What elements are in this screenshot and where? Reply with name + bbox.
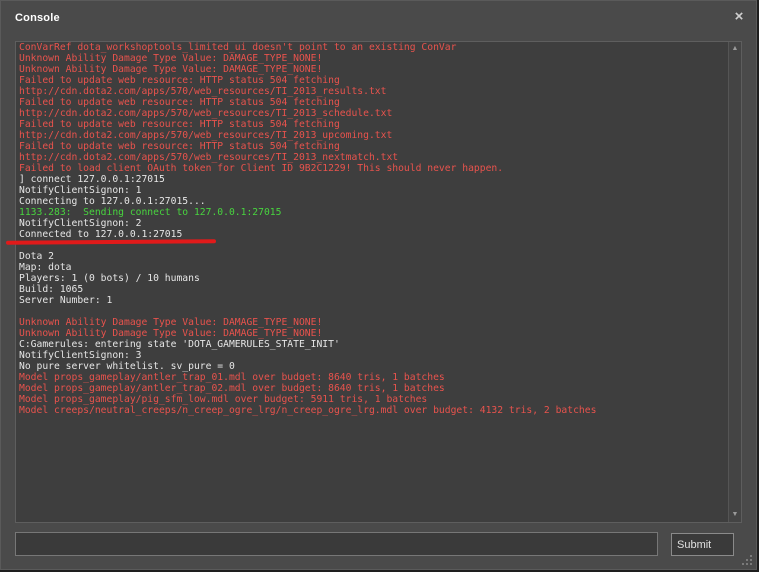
log-line: Model props_gameplay/antler_trap_02.mdl … [19, 383, 445, 394]
scroll-down-icon[interactable]: ▼ [730, 510, 740, 520]
log-line: Failed to update web resource: HTTP stat… [19, 75, 340, 86]
window-title: Console [15, 12, 60, 24]
close-icon[interactable]: × [732, 9, 746, 24]
log-line: Failed to update web resource: HTTP stat… [19, 97, 340, 108]
log-line: NotifyClientSignon: 1 [19, 185, 142, 196]
log-line: Server Number: 1 [19, 295, 113, 306]
log-line: http://cdn.dota2.com/apps/570/web_resour… [19, 108, 393, 119]
log-line: Failed to update web resource: HTTP stat… [19, 119, 340, 130]
log-line: Unknown Ability Damage Type Value: DAMAG… [19, 53, 323, 64]
scrollbar[interactable]: ▲ ▼ [728, 42, 741, 522]
log-line: Build: 1065 [19, 284, 84, 295]
log-line: Unknown Ability Damage Type Value: DAMAG… [19, 64, 323, 75]
command-input[interactable] [15, 532, 658, 556]
title-bar[interactable]: Console × [1, 1, 756, 31]
console-window: Console × ConVarRef dota_workshoptools_l… [0, 0, 757, 570]
log-line: Failed to update web resource: HTTP stat… [19, 141, 340, 152]
scroll-up-icon[interactable]: ▲ [730, 44, 740, 54]
log-line: Model props_gameplay/pig_sfm_low.mdl ove… [19, 394, 428, 405]
log-line: http://cdn.dota2.com/apps/570/web_resour… [19, 152, 399, 163]
log-line: Connected to 127.0.0.1:27015 [19, 229, 183, 240]
log-line: http://cdn.dota2.com/apps/570/web_resour… [19, 130, 393, 141]
log-area: ConVarRef dota_workshoptools_limited_ui … [19, 42, 727, 522]
log-line: ConVarRef dota_workshoptools_limited_ui … [19, 42, 457, 53]
log-line: Map: dota [19, 262, 72, 273]
resize-grip-icon[interactable] [742, 555, 752, 565]
submit-button[interactable]: Submit [671, 533, 734, 556]
log-line: C:Gamerules: entering state 'DOTA_GAMERU… [19, 339, 340, 350]
log-line: Model creeps/neutral_creeps/n_creep_ogre… [19, 405, 597, 416]
log-line: Unknown Ability Damage Type Value: DAMAG… [19, 328, 323, 339]
log-line: Unknown Ability Damage Type Value: DAMAG… [19, 317, 323, 328]
log-line: Model props_gameplay/antler_trap_01.mdl … [19, 372, 445, 383]
console-output: ConVarRef dota_workshoptools_limited_ui … [15, 41, 742, 523]
log-line: 1133.283: Sending connect to 127.0.0.1:2… [19, 207, 282, 218]
log-line: Players: 1 (0 bots) / 10 humans [19, 273, 200, 284]
log-line: http://cdn.dota2.com/apps/570/web_resour… [19, 86, 387, 97]
log-line: Failed to load client OAuth token for Cl… [19, 163, 504, 174]
log-line: ] connect 127.0.0.1:27015 [19, 174, 165, 185]
log-line: NotifyClientSignon: 3 [19, 350, 142, 361]
log-line: Connecting to 127.0.0.1:27015... [19, 196, 206, 207]
log-line: No pure server whitelist. sv_pure = 0 [19, 361, 235, 372]
log-line: NotifyClientSignon: 2 [19, 218, 142, 229]
log-line: Dota 2 [19, 251, 54, 262]
